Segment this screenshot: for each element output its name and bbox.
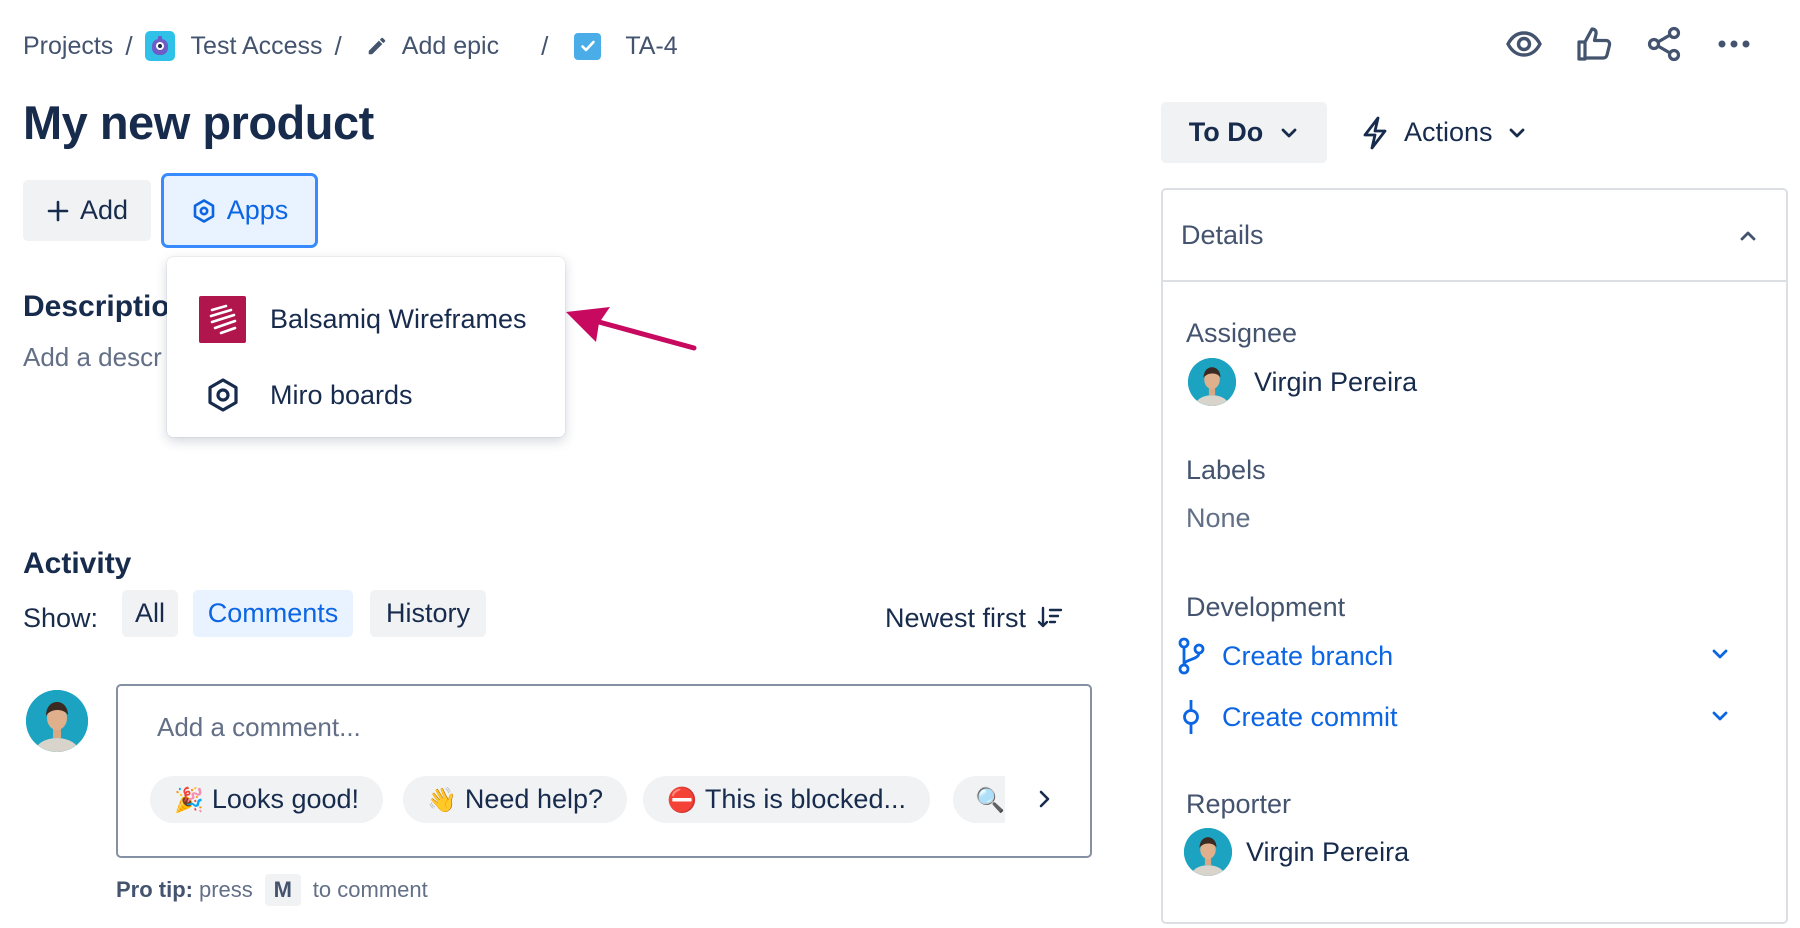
chevron-right-icon — [1039, 790, 1050, 808]
show-filter-label: Show: — [23, 602, 99, 633]
menu-item-label: Miro boards — [270, 379, 413, 410]
chevron-down-icon — [1281, 128, 1297, 137]
collapse-details-button[interactable] — [1732, 220, 1764, 252]
breadcrumb-separator: / — [125, 30, 133, 61]
no-entry-icon: ⛔ — [667, 785, 697, 814]
magnifier-icon: 🔍 — [975, 785, 1005, 814]
create-commit-link[interactable]: Create commit — [1176, 698, 1398, 736]
hexagon-app-icon — [199, 372, 246, 419]
create-branch-link[interactable]: Create branch — [1176, 637, 1393, 675]
reporter-name: Virgin Pereira — [1246, 836, 1410, 867]
labels-label: Labels — [1186, 455, 1266, 485]
sort-order-label: Newest first — [885, 602, 1027, 633]
task-checkbox-icon — [574, 32, 602, 60]
breadcrumb-separator: / — [334, 30, 342, 61]
create-branch-expand[interactable] — [1706, 640, 1734, 668]
quick-replies-next-button[interactable] — [1024, 779, 1064, 819]
activity-filter-comments[interactable]: Comments — [193, 590, 353, 637]
waving-hand-icon: 👋 — [427, 785, 457, 814]
description-placeholder[interactable]: Add a descr — [23, 342, 162, 373]
chevron-down-icon — [1712, 649, 1728, 659]
chevron-down-icon — [1509, 128, 1524, 137]
reporter-avatar — [1184, 828, 1232, 876]
git-commit-icon — [1183, 700, 1199, 734]
reporter-label: Reporter — [1186, 789, 1292, 819]
create-branch-label: Create branch — [1222, 640, 1394, 671]
activity-heading: Activity — [23, 547, 132, 580]
breadcrumb-issue-link[interactable]: TA-4 — [574, 31, 678, 61]
lightning-bolt-icon — [1363, 116, 1387, 149]
breadcrumb-projects-link[interactable]: Projects — [23, 32, 113, 61]
watch-eye-icon[interactable] — [1502, 22, 1546, 66]
plus-icon — [47, 200, 69, 221]
chevron-down-icon — [1712, 711, 1728, 721]
add-button[interactable]: Add — [23, 180, 151, 241]
status-label: To Do — [1188, 117, 1264, 147]
chevron-up-icon — [1740, 231, 1756, 241]
keyboard-shortcut-key: M — [264, 874, 301, 906]
activity-filter-history[interactable]: History — [370, 590, 486, 637]
assignee-field[interactable]: Virgin Pereira — [1188, 358, 1417, 406]
issue-title[interactable]: My new product — [23, 95, 374, 150]
quick-reply-label: Need help? — [464, 784, 604, 814]
menu-item-miro-boards[interactable]: Miro boards — [167, 357, 565, 433]
hexagon-app-icon — [193, 198, 215, 223]
breadcrumb-separator: / — [541, 30, 549, 61]
git-branch-icon — [1178, 637, 1205, 675]
issue-toolbar — [1502, 22, 1756, 66]
comment-editor[interactable] — [116, 684, 1092, 858]
breadcrumb-issue-key: TA-4 — [625, 31, 678, 60]
pencil-icon — [368, 37, 386, 55]
apps-button[interactable]: Apps — [161, 173, 318, 248]
party-popper-icon: 🎉 — [174, 785, 204, 814]
quick-reply-blocked[interactable]: ⛔ This is blocked... — [643, 776, 930, 823]
apps-button-label: Apps — [226, 195, 289, 225]
breadcrumb-project-label: Test Access — [190, 31, 323, 60]
quick-reply-label: Looks good! — [211, 784, 360, 814]
breadcrumb-project-link[interactable]: Test Access — [144, 31, 323, 61]
quick-reply-search[interactable]: 🔍 — [953, 776, 1005, 823]
pro-tip-press: press — [199, 877, 253, 902]
annotation-arrow-icon — [566, 307, 697, 351]
comment-placeholder[interactable]: Add a comment... — [157, 712, 361, 743]
balsamiq-logo-icon — [199, 295, 246, 343]
quick-reply-looks-good[interactable]: 🎉 Looks good! — [150, 776, 384, 823]
add-button-label: Add — [79, 195, 129, 225]
pro-tip-suffix: to comment — [312, 877, 428, 902]
quick-reply-label: This is blocked... — [704, 784, 906, 814]
labels-value[interactable]: None — [1186, 503, 1251, 534]
activity-filter-all[interactable]: All — [122, 590, 178, 637]
reporter-field[interactable]: Virgin Pereira — [1184, 828, 1409, 876]
assignee-label: Assignee — [1186, 318, 1298, 348]
pro-tip: Pro tip: press M to comment — [116, 874, 428, 906]
status-dropdown-button[interactable]: To Do — [1161, 102, 1327, 163]
create-commit-expand[interactable] — [1706, 702, 1734, 730]
apps-dropdown-menu: Balsamiq Wireframes Miro boards — [167, 257, 565, 437]
details-title: Details — [1181, 220, 1264, 250]
more-options-icon[interactable] — [1712, 22, 1756, 66]
breadcrumb-epic-label: Add epic — [401, 31, 500, 60]
description-heading: Descriptio — [23, 290, 170, 323]
current-user-avatar — [26, 690, 88, 752]
development-label: Development — [1186, 592, 1346, 622]
breadcrumb: Projects / Test Access / Add epic / TA-4 — [23, 28, 678, 64]
create-commit-label: Create commit — [1222, 701, 1398, 732]
breadcrumb-add-epic-link[interactable]: Add epic — [366, 32, 499, 61]
sort-descending-icon — [1037, 606, 1063, 628]
actions-label: Actions — [1404, 117, 1493, 147]
menu-item-balsamiq-wireframes[interactable]: Balsamiq Wireframes — [167, 281, 565, 357]
assignee-name: Virgin Pereira — [1254, 366, 1418, 397]
share-icon[interactable] — [1642, 22, 1686, 66]
menu-item-label: Balsamiq Wireframes — [270, 303, 527, 334]
thumbs-up-icon[interactable] — [1572, 22, 1616, 66]
pro-tip-prefix: Pro tip: — [116, 877, 193, 902]
actions-dropdown-button[interactable]: Actions — [1360, 102, 1527, 163]
quick-reply-need-help[interactable]: 👋 Need help? — [403, 776, 628, 823]
assignee-avatar — [1188, 358, 1236, 406]
project-avatar-icon — [144, 31, 175, 61]
sort-order-button[interactable]: Newest first — [885, 598, 1064, 638]
